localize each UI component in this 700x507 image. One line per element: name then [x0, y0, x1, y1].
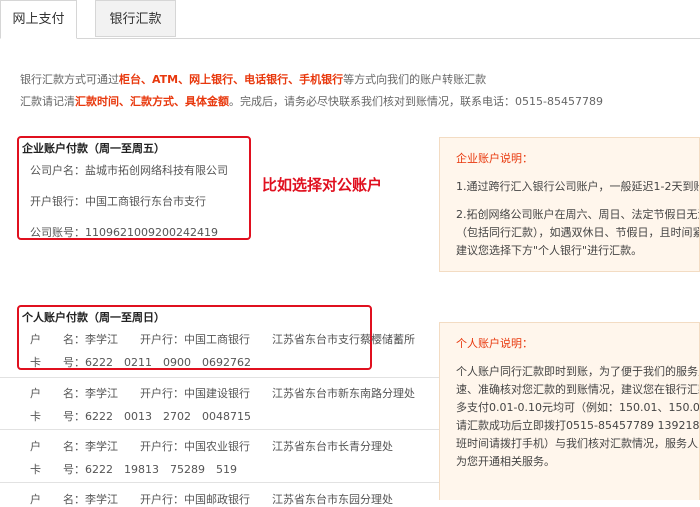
personal-account-card-row: 卡 号：6222 19813 75289 519 [30, 463, 237, 476]
personal-account-title: 个人账户付款（周一至周日） [22, 311, 165, 324]
personal-account-name-row: 户 名：李学江 开户行：中国农业银行 江苏省东台市长青分理处 [30, 440, 393, 453]
intro-method-online-bank: 网上银行 [189, 73, 234, 86]
company-note-line: 2.拓创网络公司账户在周六、周日、法定节假日无法查询 [456, 208, 699, 221]
personal-note-line: 多支付0.01-0.10元均可（例如：150.01、150.03等）， [456, 401, 700, 414]
company-account-bank: 开户银行：中国工商银行东台市支行 [30, 195, 206, 208]
intro-separator: 、 [174, 95, 185, 108]
company-note-panel: 企业账户说明： 1.通过跨行汇入银行公司账户，一般延迟1-2天到账。 2.拓创网… [439, 137, 700, 272]
personal-note-panel: 个人账户说明： 个人账户同行汇款即时到账，为了便于我们的服务人员快 速、准确核对… [439, 322, 700, 500]
company-note-title: 企业账户说明： [456, 152, 533, 165]
company-account-name: 公司户名：盐城市拓创网络科技有限公司 [30, 164, 228, 177]
personal-account-name-row: 户 名：李学江 开户行：中国工商银行 江苏省东台市支行蔡樱储蓄所 [30, 333, 415, 346]
company-account-number: 公司账号：1109621009200242419 [30, 226, 218, 239]
intro-method-phone-bank: 电话银行 [244, 73, 289, 86]
personal-note-line: 速、准确核对您汇款的到账情况，建议您在银行汇款时， [456, 383, 699, 396]
company-note-line: 建议您选择下方"个人银行"进行汇款。 [456, 244, 643, 257]
intro-contact-text: 。完成后，请务必尽快联系我们核对到账情况，联系电话：0515-85457789 [229, 95, 603, 108]
payment-tabs: 网上支付 银行汇款 [0, 0, 700, 39]
company-note-line: 1.通过跨行汇入银行公司账户，一般延迟1-2天到账。 [456, 180, 700, 193]
intro-text: 等方式向我们的账户转账汇款 [343, 73, 487, 86]
personal-note-line: 个人账户同行汇款即时到账，为了便于我们的服务人员快 [456, 365, 699, 378]
intro-text: 汇款请记清 [20, 95, 75, 108]
personal-account-card-row: 卡 号：6222 0211 0900 0692762 [30, 356, 251, 369]
personal-account-name-row: 户 名：李学江 开户行：中国邮政银行 江苏省东台市东园分理处 [30, 493, 393, 506]
intro-separator: 、 [288, 73, 300, 86]
intro-separator: 、 [178, 73, 190, 86]
intro-method-counter: 柜台 [119, 73, 141, 86]
tab-bank-transfer[interactable]: 银行汇款 [95, 0, 176, 37]
intro-method-mobile-bank: 手机银行 [299, 73, 344, 86]
personal-note-title: 个人账户说明： [456, 337, 533, 350]
personal-note-line: 请汇款成功后立即拨打0515-85457789 13921836260（ [456, 419, 700, 432]
intro-separator: 、 [141, 73, 152, 86]
intro-remember-amount: 具体金额 [185, 95, 229, 108]
personal-account-card-row: 卡 号：6222 0013 2702 0048715 [30, 410, 251, 423]
company-account-annotation: 比如选择对公账户 [262, 176, 383, 194]
tab-online-pay[interactable]: 网上支付 [0, 0, 77, 39]
intro-separator: 、 [233, 73, 245, 86]
intro-line-1: 银行汇款方式可通过柜台、ATM、网上银行、电话银行、手机银行等方式向我们的账户转… [20, 71, 486, 87]
company-account-title: 企业账户付款（周一至周五） [22, 142, 165, 155]
personal-account-name-row: 户 名：李学江 开户行：中国建设银行 江苏省东台市新东南路分理处 [30, 387, 415, 400]
intro-separator: 、 [119, 95, 130, 108]
personal-note-line: 班时间请拨打手机）与我们核对汇款情况，服务人员及时 [456, 437, 699, 450]
intro-remember-method: 汇款方式 [130, 95, 174, 108]
intro-text: 银行汇款方式可通过 [20, 73, 119, 86]
company-note-line: （包括同行汇款），如遇双休日、节假日，且时间紧急， [456, 226, 700, 239]
intro-line-2: 汇款请记清汇款时间、汇款方式、具体金额。完成后，请务必尽快联系我们核对到账情况，… [20, 93, 603, 109]
intro-remember-time: 汇款时间 [75, 95, 119, 108]
intro-method-atm: ATM [152, 73, 179, 86]
personal-note-line: 为您开通相关服务。 [456, 455, 555, 468]
